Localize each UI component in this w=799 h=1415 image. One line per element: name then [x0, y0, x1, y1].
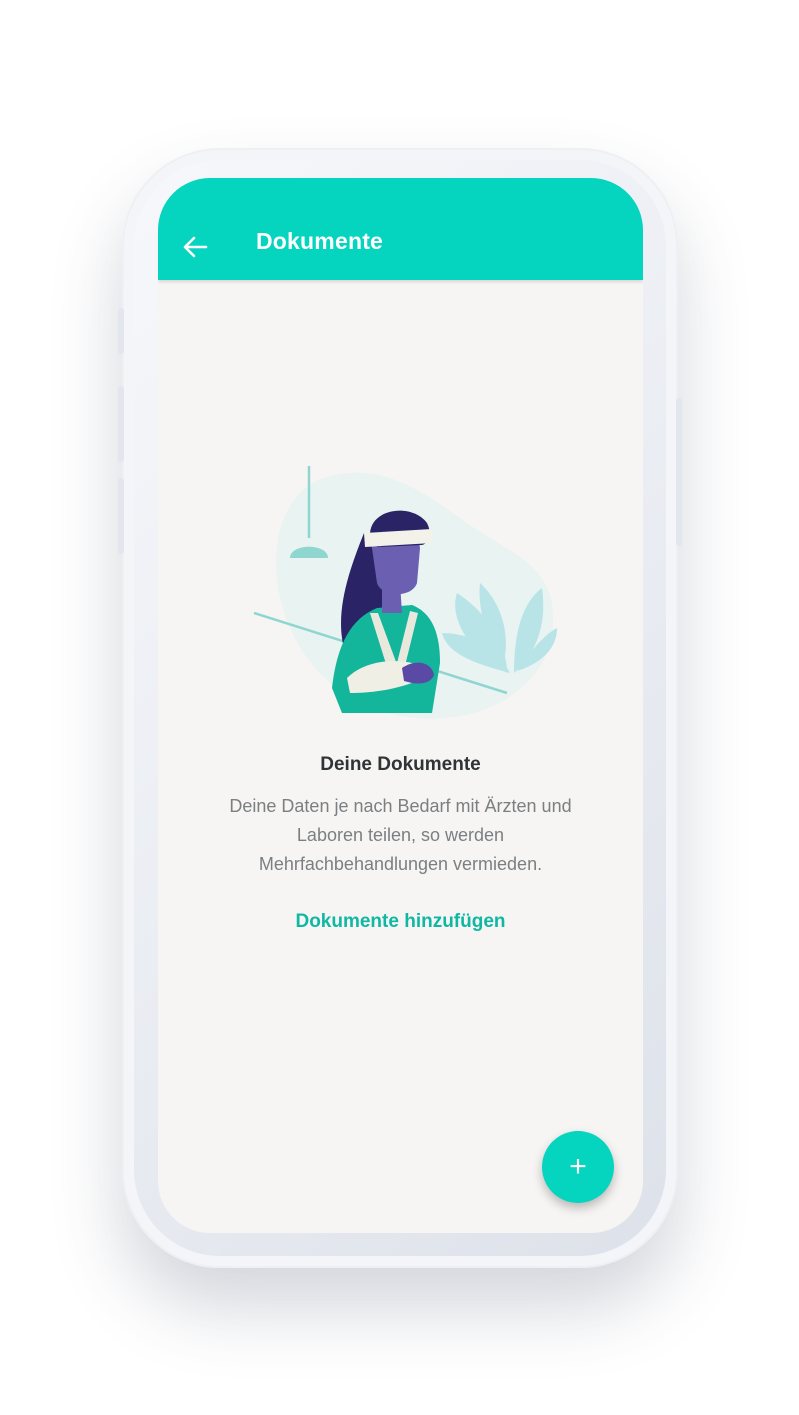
volume-up-button: [118, 386, 124, 462]
empty-state-description: Deine Daten je nach Bedarf mit Ärzten un…: [229, 796, 572, 874]
power-button: [676, 398, 682, 546]
plus-icon: +: [569, 1150, 587, 1183]
add-document-fab[interactable]: +: [542, 1131, 614, 1203]
arrow-left-icon: [183, 236, 208, 258]
app-bar: Dokumente: [158, 178, 643, 280]
volume-down-button: [118, 478, 124, 554]
add-documents-link[interactable]: Dokumente hinzufügen: [158, 911, 643, 933]
page-title: Dokumente: [256, 228, 384, 254]
back-button[interactable]: [180, 232, 210, 262]
mute-switch: [118, 308, 124, 354]
app-screen: Dokumente Deine Dokumente Deine Daten je…: [158, 178, 643, 1233]
empty-state-title: Deine Dokumente: [320, 754, 481, 775]
woman-with-arm-sling-illustration: [253, 466, 557, 719]
